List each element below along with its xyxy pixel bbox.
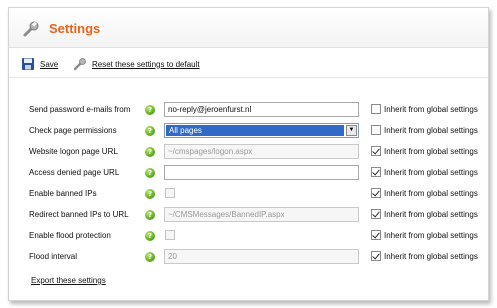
setting-row-page-permissions: Check page permissions ? All pages ▼ Inh… [29, 123, 484, 140]
setting-label: Check page permissions [29, 126, 117, 135]
help-icon[interactable]: ? [145, 126, 155, 136]
setting-row-flood-protection: Enable flood protection ? Inherit from g… [29, 228, 484, 245]
setting-label: Redirect banned IPs to URL [29, 210, 129, 219]
setting-row-banned-redirect: Redirect banned IPs to URL ? ~/CMSMessag… [29, 207, 484, 224]
reset-label: Reset these settings to default [92, 59, 200, 69]
inherit-label: Inherit from global settings [384, 104, 478, 114]
help-icon[interactable]: ? [145, 231, 155, 241]
reset-settings-button[interactable]: Reset these settings to default [73, 57, 200, 71]
help-icon[interactable]: ? [145, 252, 155, 262]
export-settings-link[interactable]: Export these settings [31, 276, 106, 285]
inherit-toggle[interactable]: Inherit from global settings [371, 167, 478, 177]
floppy-disk-icon [22, 58, 34, 70]
setting-row-access-denied-url: Access denied page URL ? Inherit from gl… [29, 165, 484, 182]
inherit-checkbox[interactable] [371, 104, 381, 114]
inherit-label: Inherit from global settings [384, 146, 478, 156]
inherit-checkbox[interactable] [371, 125, 381, 135]
settings-panel: Settings Save Reset these settings to de… [8, 7, 489, 301]
help-icon[interactable]: ? [145, 168, 155, 178]
inherit-checkbox[interactable] [371, 188, 381, 198]
inherit-toggle[interactable]: Inherit from global settings [371, 188, 478, 198]
inherit-checkbox[interactable] [371, 146, 381, 156]
wrench-reset-icon [73, 58, 86, 71]
setting-label: Website logon page URL [29, 147, 118, 156]
page-permissions-select[interactable]: All pages ▼ [164, 123, 359, 138]
inherit-label: Inherit from global settings [384, 209, 478, 219]
inherit-checkbox[interactable] [371, 167, 381, 177]
inherit-toggle[interactable]: Inherit from global settings [371, 251, 478, 261]
banned-redirect-url-input[interactable]: ~/CMSMessages/BannedIP.aspx [164, 207, 359, 222]
access-denied-url-input[interactable] [164, 165, 359, 180]
setting-label: Enable banned IPs [29, 189, 97, 198]
chevron-down-icon[interactable]: ▼ [346, 125, 357, 136]
setting-row-logon-url: Website logon page URL ? ~/cmspages/logo… [29, 144, 484, 161]
inherit-toggle[interactable]: Inherit from global settings [371, 230, 478, 240]
wrench-icon [23, 21, 39, 37]
help-icon[interactable]: ? [145, 189, 155, 199]
inherit-toggle[interactable]: Inherit from global settings [371, 104, 478, 114]
inherit-checkbox[interactable] [371, 209, 381, 219]
help-icon[interactable]: ? [145, 105, 155, 115]
logon-url-input[interactable]: ~/cmspages/logon.aspx [164, 144, 359, 159]
inherit-toggle[interactable]: Inherit from global settings [371, 146, 478, 156]
inherit-checkbox[interactable] [371, 230, 381, 240]
save-label: Save [40, 59, 59, 69]
help-icon[interactable]: ? [145, 210, 155, 220]
setting-row-flood-interval: Flood interval ? 20 Inherit from global … [29, 249, 484, 266]
toolbar: Save Reset these settings to default [9, 48, 488, 78]
setting-label: Enable flood protection [29, 231, 111, 240]
setting-row-banned-ips: Enable banned IPs ? Inherit from global … [29, 186, 484, 203]
inherit-label: Inherit from global settings [384, 167, 478, 177]
enable-flood-protection-checkbox[interactable] [165, 230, 175, 240]
page-title: Settings [49, 21, 101, 36]
setting-label: Flood interval [29, 252, 78, 261]
inherit-label: Inherit from global settings [384, 188, 478, 198]
enable-banned-ips-checkbox[interactable] [165, 188, 175, 198]
inherit-toggle[interactable]: Inherit from global settings [371, 209, 478, 219]
selected-option: All pages [166, 125, 344, 136]
save-button[interactable]: Save [21, 57, 58, 71]
password-email-input[interactable]: no-reply@jeroenfurst.nl [164, 102, 359, 117]
setting-label: Access denied page URL [29, 168, 120, 177]
setting-label: Send password e-mails from [29, 105, 131, 114]
inherit-label: Inherit from global settings [384, 251, 478, 261]
inherit-label: Inherit from global settings [384, 125, 478, 135]
help-icon[interactable]: ? [145, 147, 155, 157]
flood-interval-input[interactable]: 20 [164, 249, 359, 264]
setting-row-password-email: Send password e-mails from ? no-reply@je… [29, 102, 484, 119]
inherit-label: Inherit from global settings [384, 230, 478, 240]
title-bar: Settings [9, 8, 488, 48]
inherit-checkbox[interactable] [371, 251, 381, 261]
inherit-toggle[interactable]: Inherit from global settings [371, 125, 478, 135]
